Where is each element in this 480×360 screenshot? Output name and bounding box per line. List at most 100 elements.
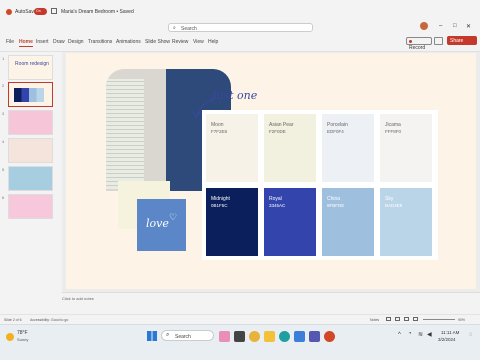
slide-thumbnail-4[interactable] <box>8 138 53 163</box>
accessibility-status[interactable]: Accessibility: Good to go <box>30 318 68 322</box>
normal-view-icon[interactable] <box>386 317 391 321</box>
swatch-code: F2F0DE <box>269 129 286 134</box>
tab-review[interactable]: Review <box>172 39 188 45</box>
document-title[interactable]: Maria's Dream Bedroom • Saved <box>61 9 134 15</box>
share-button[interactable]: Share <box>447 36 477 45</box>
slide-thumbnail-2[interactable] <box>8 82 53 107</box>
tab-draw[interactable]: Draw <box>53 39 65 45</box>
slide-thumbnail-3[interactable] <box>8 110 53 135</box>
tab-file[interactable]: File <box>6 39 14 45</box>
swatch-code: 3345AC <box>269 203 286 208</box>
love-card[interactable]: love ♡ <box>137 199 186 251</box>
volume-icon[interactable]: ◀ <box>427 331 432 338</box>
wifi-icon[interactable]: ≋ <box>418 331 423 338</box>
swatch-code: FFF8F0 <box>385 129 402 134</box>
swatch-china[interactable]: China 9FBFDE <box>322 188 374 256</box>
swatch-porcelain[interactable]: Porcelain EDF0F4 <box>322 114 374 182</box>
weather-temp[interactable]: 78°F <box>17 330 28 336</box>
title-bar: AutoSave On Maria's Dream Bedroom • Save… <box>0 0 480 32</box>
close-icon[interactable]: ✕ <box>466 23 471 30</box>
zoom-level[interactable]: 90% <box>458 318 465 322</box>
slide-thumbnail-6[interactable] <box>8 194 53 219</box>
save-icon[interactable] <box>51 8 57 14</box>
swatch-name: Jicama <box>385 122 401 128</box>
chrome-icon[interactable] <box>249 331 260 342</box>
status-bar: Slide 2 of 6 Accessibility: Good to go N… <box>0 314 480 324</box>
clock-time[interactable]: 11:11 AM <box>441 330 459 335</box>
swatch-midnight[interactable]: Midnight 0B1F5C <box>206 188 258 256</box>
tab-home[interactable]: Home <box>19 39 33 47</box>
record-label: Record <box>409 45 426 51</box>
thumb-2-preview <box>14 88 44 102</box>
swatch-royal[interactable]: Royal 3345AC <box>264 188 316 256</box>
swatch-name: Porcelain <box>327 122 348 128</box>
taskbar: 78°F Sunny ⌕ Search ^ ◔ ≋ ◀ 11:11 AM 3/2… <box>0 324 480 360</box>
thumb-number: 5 <box>2 167 5 172</box>
edge-icon[interactable] <box>279 331 290 342</box>
search-icon: ⌕ <box>166 332 170 338</box>
slideshow-icon[interactable] <box>413 317 418 321</box>
notes-pane[interactable]: Click to add notes <box>62 292 480 314</box>
current-slide[interactable]: Just one love ♡ ? Moon F7F2E8 Asian Pear… <box>66 53 476 289</box>
record-button[interactable]: Record <box>406 37 432 51</box>
notes-toggle-button[interactable]: Notes <box>370 318 379 322</box>
thumb-number: 3 <box>2 111 5 116</box>
task-view-icon[interactable] <box>234 331 245 342</box>
widgets-icon[interactable] <box>219 331 230 342</box>
swatch-asian-pear[interactable]: Asian Pear F2F0DE <box>264 114 316 182</box>
slide-sorter-icon[interactable] <box>395 317 400 321</box>
powerpoint-taskbar-icon[interactable] <box>324 331 335 342</box>
swatch-jicama[interactable]: Jicama FFF8F0 <box>380 114 432 182</box>
share-label: Share <box>450 38 464 44</box>
notification-icon[interactable]: ◌ <box>469 332 473 338</box>
love-text: love <box>146 217 169 230</box>
user-avatar[interactable] <box>420 22 428 30</box>
tab-insert[interactable]: Insert <box>36 39 49 45</box>
store-icon[interactable] <box>294 331 305 342</box>
reading-view-icon[interactable] <box>404 317 409 321</box>
zoom-slider[interactable] <box>423 319 455 320</box>
clock-date[interactable]: 3/2/2024 <box>438 337 456 342</box>
notes-placeholder: Click to add notes <box>62 296 94 301</box>
minimize-icon[interactable]: – <box>439 23 442 29</box>
tab-help[interactable]: Help <box>208 39 218 45</box>
swatch-moon[interactable]: Moon F7F2E8 <box>206 114 258 182</box>
search-box[interactable]: ⌕ Search <box>168 23 313 32</box>
swatch-name: Royal <box>269 196 282 202</box>
weather-icon <box>6 333 14 341</box>
tab-design[interactable]: Design <box>68 39 84 45</box>
maximize-icon[interactable]: □ <box>453 23 457 29</box>
tab-view[interactable]: View <box>193 39 204 45</box>
swatch-name: Moon <box>211 122 224 128</box>
start-icon[interactable] <box>147 331 157 341</box>
tab-transitions[interactable]: Transitions <box>88 39 112 45</box>
tab-animations[interactable]: Animations <box>116 39 141 45</box>
record-icon <box>409 40 412 43</box>
palette-card[interactable]: Moon F7F2E8 Asian Pear F2F0DE Porcelain … <box>202 110 438 260</box>
powerpoint-logo-icon <box>6 9 12 15</box>
autosave-toggle[interactable]: On <box>34 8 47 15</box>
window-image <box>106 79 144 189</box>
thumb-number: 4 <box>2 139 5 144</box>
swatch-sky[interactable]: Sky BAD4E8 <box>380 188 432 256</box>
tab-slide-show[interactable]: Slide Show <box>145 39 170 45</box>
thumb-number: 6 <box>2 195 5 200</box>
weather-desc: Sunny <box>17 337 29 342</box>
slide-thumbnail-5[interactable] <box>8 166 53 191</box>
swatch-code: 0B1F5C <box>211 203 228 208</box>
taskbar-search-label: Search <box>175 334 191 340</box>
swatch-code: F7F2E8 <box>211 129 228 134</box>
swatch-name: Asian Pear <box>269 122 294 128</box>
slide-thumbnail-1[interactable]: Room redesign <box>8 55 53 80</box>
annotation-text: Just one <box>212 89 258 102</box>
network-icon[interactable]: ◔ <box>408 331 412 337</box>
taskbar-search[interactable]: ⌕ Search <box>161 330 214 341</box>
slide-info: Slide 2 of 6 <box>4 318 22 322</box>
search-icon: ⌕ <box>173 25 176 31</box>
teams-icon[interactable] <box>309 331 320 342</box>
swatch-code: BAD4E8 <box>385 203 403 208</box>
tray-chevron-icon[interactable]: ^ <box>398 332 401 338</box>
comments-icon[interactable] <box>434 37 443 45</box>
file-explorer-icon[interactable] <box>264 331 275 342</box>
thumb-number: 2 <box>2 83 5 88</box>
